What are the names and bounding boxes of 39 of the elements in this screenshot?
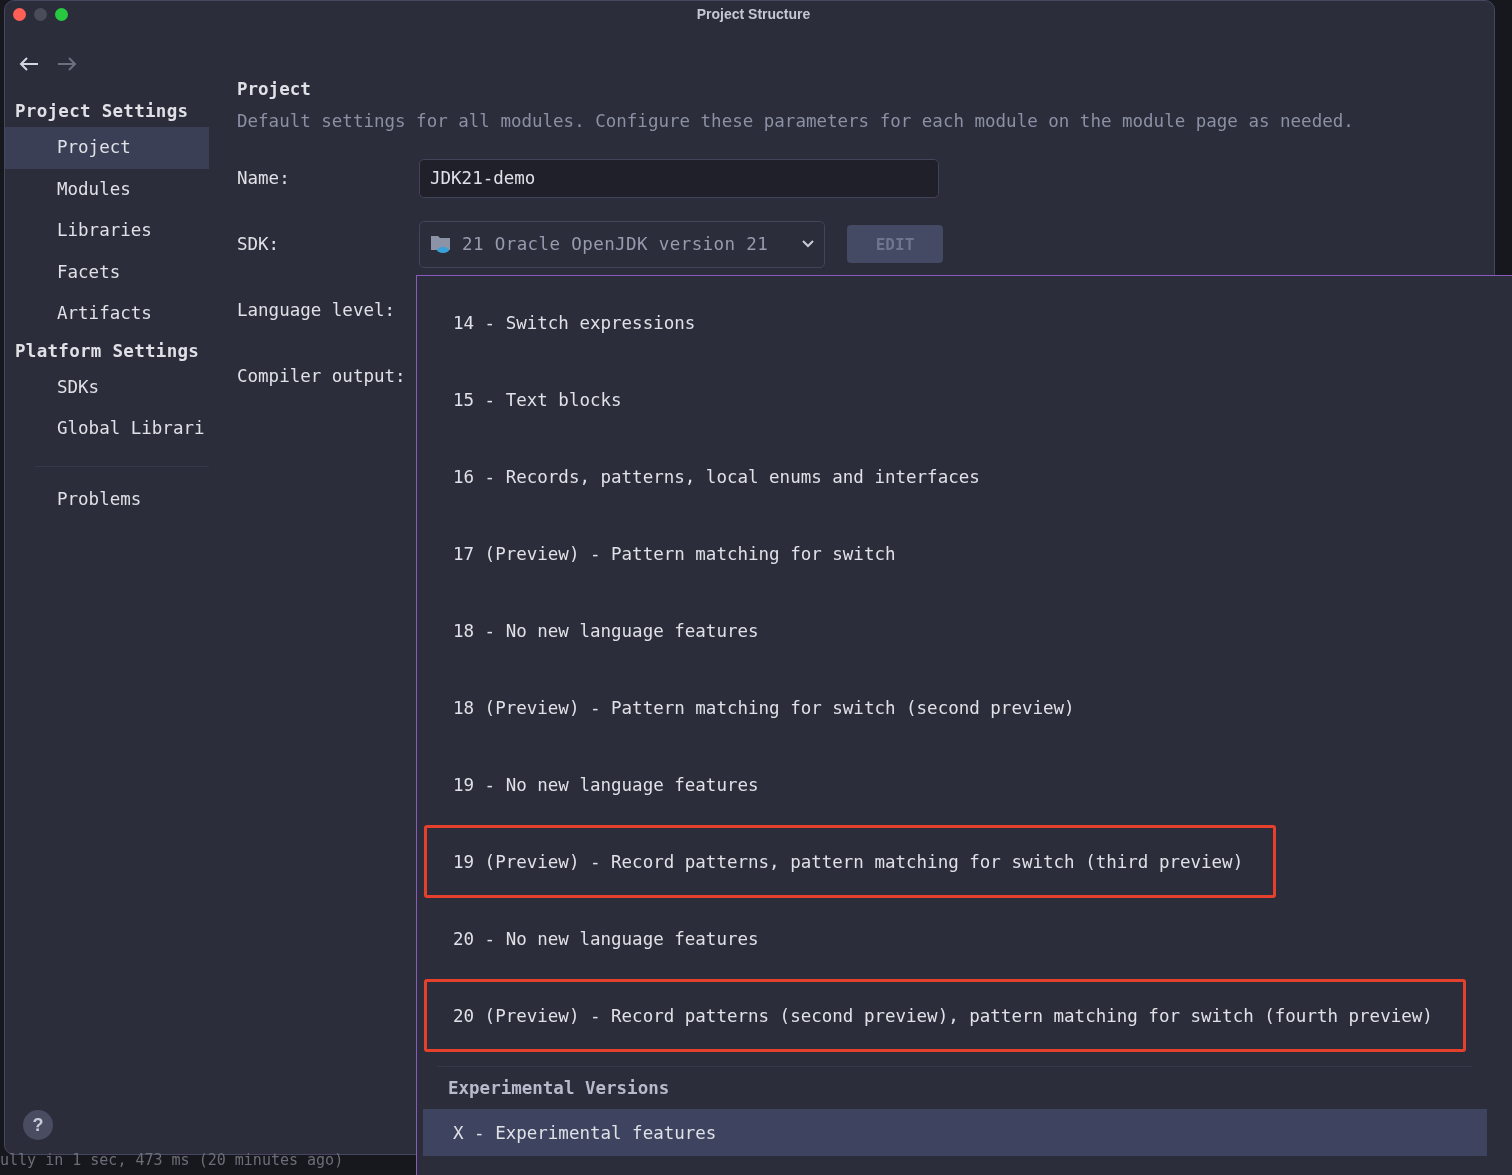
back-arrow-icon[interactable] [19,56,39,72]
language-level-option[interactable]: 19 - No new language features [417,746,759,823]
folder-icon [430,234,452,254]
field-label: Language level: [237,300,397,320]
sidebar-item[interactable]: Modules [5,168,209,210]
background-status-text: ully in 1 sec, 473 ms (20 minutes ago) [0,1151,344,1169]
language-level-option[interactable]: 20 (Preview) - Record patterns (second preview), pattern matching for switch (fourth preview) [424,979,1466,1052]
help-button[interactable]: ? [23,1110,53,1140]
close-icon[interactable] [13,7,26,21]
sidebar-item[interactable]: Problems [5,478,209,520]
zoom-icon[interactable] [55,7,68,21]
sidebar-section-title: Project Settings [14,100,190,123]
sdk-dropdown[interactable]: 21 Oracle OpenJDK version 21 [419,220,825,268]
language-level-option[interactable]: 18 (Preview) - Pattern matching for switch (second preview) [417,669,1075,746]
sidebar-item[interactable]: Libraries [5,210,209,252]
sidebar-item[interactable]: Artifacts [5,293,209,335]
page-description: Default settings for all modules. Configure these parameters for each module on the module page as needed. [237,110,1355,133]
group-header: Experimental Versions [447,1077,670,1100]
language-level-option[interactable]: 18 - No new language features [417,592,759,669]
field-label: Name: [237,168,291,188]
sidebar-item[interactable]: Facets [5,251,209,293]
language-level-option[interactable]: 17 (Preview) - Pattern matching for switch [417,515,896,592]
language-level-option[interactable]: 14 - Switch expressions [417,284,696,361]
page-title: Project [237,78,312,101]
sidebar-section-title: Platform Settings [14,339,201,363]
name-field[interactable]: JDK21-demo [419,158,939,198]
language-level-option[interactable]: 20 - No new language features [417,900,759,977]
field-label: SDK: [237,234,281,254]
window-title: Project Structure [696,6,811,22]
forward-arrow-icon[interactable] [57,56,77,72]
sidebar-item[interactable]: Project [5,127,209,169]
language-level-option[interactable]: 15 - Text blocks [417,361,622,438]
language-level-option[interactable]: 16 - Records, patterns, local enums and interfaces [417,438,980,515]
field-label: Compiler output: [237,366,407,386]
chevron-down-icon [802,240,814,248]
sidebar-item[interactable]: SDKs [5,366,209,408]
sidebar-item[interactable]: Global Librari [5,408,209,450]
language-level-option[interactable]: 19 (Preview) - Record patterns, pattern matching for switch (third preview) [424,825,1277,898]
language-level-option[interactable]: X - Experimental features [423,1109,1487,1156]
